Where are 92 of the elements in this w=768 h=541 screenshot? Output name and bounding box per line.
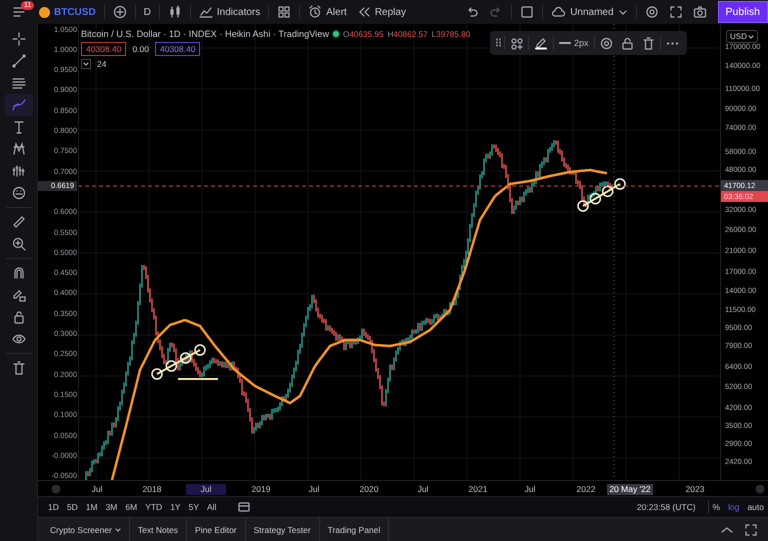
shapes-icon [510,36,523,50]
panel-tab[interactable]: Crypto Screener [42,524,129,534]
panel-tab[interactable]: Text Notes [130,524,186,534]
text-icon [12,120,26,134]
settings-icon [600,36,613,50]
curve-tool[interactable] [4,94,32,116]
clock: 20:23:58 (UTC) [636,502,696,512]
panel-tab[interactable]: Strategy Tester [246,524,319,534]
trend-line-drawing[interactable] [151,344,206,380]
chart-title: Bitcoin / U.S. Dollar · 1D · INDEX · Heikin Ashi · TradingView [81,29,329,39]
ruler-icon [12,215,26,229]
chevron-icon [82,60,90,68]
rewind-icon [356,5,371,19]
range-button[interactable]: 1D [44,502,63,512]
range-button[interactable]: 5Y [184,502,203,512]
alarm-clock-icon [308,5,322,19]
trash-icon [642,36,655,50]
grid-icon [277,5,292,19]
indicators-button[interactable]: Indicators [194,1,266,23]
fullscreen-icon [668,5,683,19]
time-axis-label: 2021 [468,484,488,495]
panel-tab[interactable]: Trading Panel [320,524,388,534]
range-button[interactable]: YTD [141,502,166,512]
menu-icon[interactable] [12,5,26,19]
scroll-end-icon [755,484,765,494]
time-axis-label: Jul [186,484,226,495]
interval-button[interactable]: D [138,1,156,23]
chart-line-icon [198,5,213,19]
square-icon [520,5,534,19]
time-axis-label: 2018 [142,484,162,495]
scale-mode-button[interactable]: auto [743,502,768,512]
plus-circle-icon [112,5,127,19]
replay-button[interactable]: Replay [352,1,411,23]
high-value: H40862.57 [388,30,428,38]
panel-tab[interactable]: Pine Editor [187,524,245,534]
caret-icon [114,526,121,532]
time-axis-label: 2020 [358,484,380,495]
range-button[interactable]: 6M [121,502,142,512]
scale-mode-button[interactable]: % [708,502,724,512]
eye-icon [12,332,26,346]
range-button[interactable]: All [203,502,220,512]
time-axis-label: 2022 [576,484,596,495]
open-value: O40635.95 [342,30,384,38]
time-axis-label: 2023 [684,484,706,495]
scale-mode-button[interactable]: log [724,502,744,512]
parallel-lines-icon [12,76,26,90]
caret-icon [748,34,754,40]
trend-line-icon [12,54,26,68]
range-button[interactable]: 3M [102,502,122,512]
alert-button[interactable]: Alert [303,1,352,23]
pattern-icon [12,142,26,156]
time-axis-label: 2019 [250,484,272,495]
curve-icon [12,98,26,112]
symbol-button[interactable]: BTCUSD [34,1,101,23]
cloud-icon [551,5,566,19]
range-button[interactable]: 1Y [166,502,185,512]
lock-icon [12,310,26,324]
fullscreen-icon[interactable] [744,522,758,536]
scroll-start-icon [51,484,61,494]
coin-icon [39,6,50,18]
trend-line-drawing[interactable] [577,178,626,212]
collapse-button[interactable] [81,59,91,69]
zoom-icon [12,237,26,251]
smiley-icon [12,186,26,200]
spread-value: 0.00 [132,44,149,54]
time-axis-label: Jul [308,484,320,495]
indicator-value: 24 [97,59,106,69]
time-axis-label: Jul [90,484,104,495]
publish-button[interactable]: Publish [718,1,768,23]
range-button[interactable]: 5D [62,502,82,512]
sell-price[interactable]: 40308.40 [81,42,126,56]
camera-icon [692,5,707,19]
lock-icon [620,36,634,50]
buy-price[interactable]: 40308.40 [155,42,200,56]
currency-dropdown[interactable]: USD [726,30,758,43]
layout-name-button[interactable]: Unnamed [546,1,633,23]
low-value: L39785.80 [432,30,470,38]
crosshair-icon [12,32,26,46]
pencil-lock-icon [12,288,26,302]
range-button[interactable]: 1M [82,502,102,512]
pencil-icon [534,36,548,50]
time-axis-label: Jul [524,484,536,495]
time-axis-label: Jul [416,484,430,495]
settings-icon [644,5,659,19]
trash-icon [12,361,26,375]
drag-handle-icon [495,37,502,49]
crosshair-date-label: 20 May '22 [607,484,653,495]
status-dot [332,31,339,37]
line-width-button[interactable]: 2px [556,33,592,53]
candles-icon [168,5,182,19]
calendar-icon [238,501,250,514]
magnet-icon [12,266,26,280]
